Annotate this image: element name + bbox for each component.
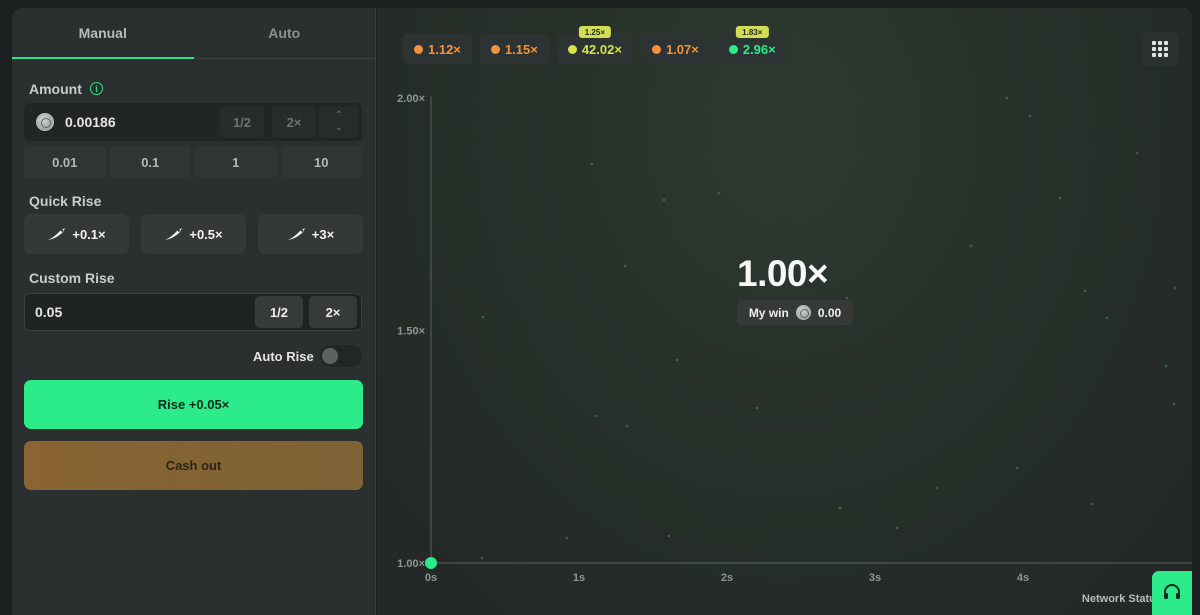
amount-field[interactable]: 0.00186 1/2 2× ⌃ ⌄ bbox=[24, 103, 362, 141]
x-tick-label: 3s bbox=[869, 572, 881, 584]
rocket-icon bbox=[48, 228, 66, 240]
history-item[interactable]: 1.15× bbox=[479, 34, 549, 64]
coin-icon bbox=[795, 305, 811, 320]
toggle-knob bbox=[322, 348, 338, 364]
menu-button[interactable] bbox=[1142, 32, 1178, 66]
history-badge: 1.83× bbox=[736, 26, 769, 38]
auto-rise-label: Auto Rise bbox=[253, 349, 314, 364]
status-dot bbox=[567, 44, 577, 54]
x-tick-label: 1s bbox=[573, 572, 585, 584]
quick-rise-value: +3× bbox=[311, 226, 335, 242]
history-badge: 1.25× bbox=[578, 26, 611, 38]
tab-auto[interactable]: Auto bbox=[194, 8, 376, 58]
my-win-label: My win bbox=[748, 305, 789, 320]
x-tick-label: 0s bbox=[425, 572, 437, 584]
headset-icon bbox=[1164, 584, 1180, 599]
custom-rise-field: 1/2 2× bbox=[24, 293, 362, 331]
status-dot bbox=[414, 44, 423, 54]
quick-rise-value: +0.5× bbox=[189, 226, 223, 242]
status-dot bbox=[728, 44, 738, 54]
game-area: 1.00× 1.50× 2.00× 0s 1s 2s 3s 4s 1.12× 1.15× 42.… bbox=[377, 8, 1192, 615]
crash-game-app: Manual Auto Amount i 0.00186 1/2 2× ⌃ ⌄ … bbox=[12, 8, 1192, 615]
amount-value[interactable]: 0.00186 bbox=[65, 114, 116, 130]
amount-presets: 0.01 0.1 1 10 bbox=[24, 146, 362, 178]
quick-rise-button[interactable]: +0.5× bbox=[141, 214, 246, 254]
history-value: 1.07× bbox=[665, 41, 699, 57]
custom-rise-input[interactable] bbox=[35, 294, 235, 330]
history-item[interactable]: 42.02× 1.25× bbox=[556, 26, 633, 64]
grid-icon bbox=[1152, 41, 1168, 57]
network-status-label: Network Status bbox=[1081, 593, 1162, 605]
quick-rise-button[interactable]: +0.1× bbox=[24, 214, 129, 254]
cashout-button[interactable]: Cash out bbox=[24, 441, 363, 490]
custom-rise-half-button[interactable]: 1/2 bbox=[255, 296, 303, 328]
status-dot bbox=[490, 44, 500, 54]
amount-half-button[interactable]: 1/2 bbox=[220, 106, 264, 138]
chevron-up-icon[interactable]: ⌃ bbox=[335, 110, 343, 122]
preset-button[interactable]: 10 bbox=[280, 146, 362, 178]
my-win-value: 0.00 bbox=[817, 305, 842, 320]
history-item[interactable]: 1.07× bbox=[640, 34, 710, 64]
quick-rise-label: Quick Rise bbox=[29, 193, 102, 209]
support-button[interactable] bbox=[1152, 571, 1192, 615]
mode-tabs: Manual Auto bbox=[12, 8, 375, 59]
preset-button[interactable]: 1 bbox=[195, 146, 277, 178]
quick-rise-value: +0.1× bbox=[72, 226, 106, 242]
current-multiplier: 1.00× bbox=[737, 253, 829, 294]
quick-rise-button[interactable]: +3× bbox=[258, 214, 363, 254]
chevron-down-icon[interactable]: ⌄ bbox=[335, 122, 343, 134]
active-tab-indicator bbox=[12, 57, 194, 59]
history-value: 42.02× bbox=[581, 41, 622, 57]
y-tick-label: 2.00× bbox=[397, 93, 425, 105]
multiplier-point bbox=[425, 557, 437, 569]
status-dot bbox=[651, 44, 661, 54]
amount-double-button[interactable]: 2× bbox=[272, 106, 316, 138]
info-icon[interactable]: i bbox=[90, 82, 103, 95]
history-value: 1.15× bbox=[504, 41, 538, 57]
coin-icon bbox=[36, 113, 54, 131]
history-value: 2.96× bbox=[742, 41, 776, 57]
x-tick-label: 4s bbox=[1017, 572, 1029, 584]
bet-panel: Manual Auto Amount i 0.00186 1/2 2× ⌃ ⌄ … bbox=[12, 8, 376, 615]
rocket-icon bbox=[165, 228, 183, 240]
preset-button[interactable]: 0.01 bbox=[24, 146, 106, 178]
background-particles bbox=[480, 96, 1177, 560]
custom-rise-double-button[interactable]: 2× bbox=[309, 296, 357, 328]
custom-rise-label: Custom Rise bbox=[29, 270, 115, 286]
quick-rise-buttons: +0.1× +0.5× +3× bbox=[24, 214, 363, 254]
tab-manual[interactable]: Manual bbox=[12, 8, 194, 58]
y-tick-label: 1.50× bbox=[397, 326, 425, 338]
history-bar: 1.12× 1.15× 42.02× 1.25× 1.07× 2.96× 1.83× bbox=[403, 26, 787, 64]
preset-button[interactable]: 0.1 bbox=[109, 146, 191, 178]
auto-rise-toggle[interactable] bbox=[320, 345, 362, 367]
rocket-icon bbox=[287, 228, 305, 240]
amount-label: Amount bbox=[29, 81, 82, 97]
x-tick-label: 2s bbox=[721, 572, 733, 584]
my-win-box: My win 0.00 bbox=[737, 300, 853, 325]
rise-button[interactable]: Rise +0.05× bbox=[24, 380, 363, 429]
history-item[interactable]: 1.12× bbox=[403, 34, 472, 64]
y-tick-label: 1.00× bbox=[397, 558, 425, 570]
history-value: 1.12× bbox=[428, 41, 461, 57]
history-item[interactable]: 2.96× 1.83× bbox=[717, 26, 787, 64]
amount-stepper[interactable]: ⌃ ⌄ bbox=[319, 106, 359, 138]
